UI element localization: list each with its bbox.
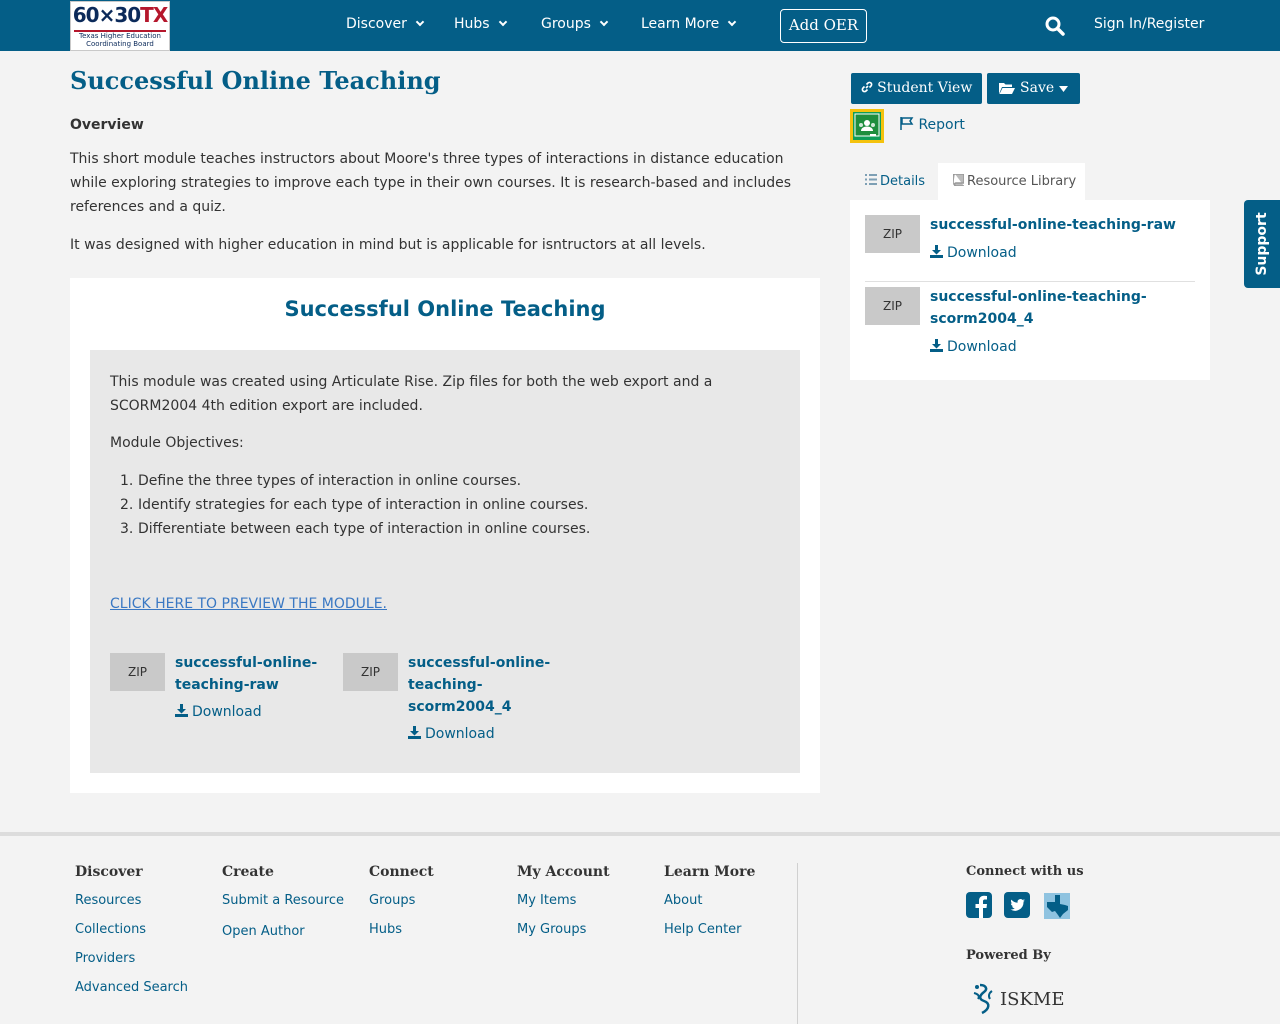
nav-hubs[interactable]: Hubs xyxy=(454,16,507,32)
iskme-mark-icon xyxy=(973,983,993,1015)
footer-link-resources[interactable]: Resources xyxy=(75,893,141,908)
module-intro: This module was created using Articulate… xyxy=(110,374,713,414)
flag-icon xyxy=(900,117,914,130)
resource-content-card: Successful Online Teaching This module w… xyxy=(70,278,820,793)
footer-link-collections[interactable]: Collections xyxy=(75,922,146,937)
download-button[interactable]: Download xyxy=(408,726,495,742)
footer-link-my-groups[interactable]: My Groups xyxy=(517,922,586,937)
texas-logo-icon[interactable] xyxy=(1043,892,1071,920)
twitter-icon[interactable] xyxy=(1004,892,1032,920)
objectives-label: Module Objectives: xyxy=(110,435,244,451)
library-file-link-raw[interactable]: successful-online-teaching-raw xyxy=(930,214,1176,236)
footer-link-hubs[interactable]: Hubs xyxy=(369,922,402,937)
support-tab[interactable]: Support xyxy=(1244,200,1280,288)
overview-heading: Overview xyxy=(70,117,144,133)
facebook-icon[interactable] xyxy=(966,892,994,920)
overview-paragraph: This short module teaches instructors ab… xyxy=(70,151,792,215)
file-link-raw[interactable]: successful-online-teaching-raw xyxy=(175,652,317,696)
chevron-down-icon xyxy=(415,17,425,27)
list-icon xyxy=(865,174,877,185)
iskme-logo[interactable]: ISKME xyxy=(970,981,1070,1017)
module-description-box: This module was created using Articulate… xyxy=(90,350,800,773)
footer-heading-learn-more: Learn More xyxy=(664,864,756,880)
iskme-wordmark: ISKME xyxy=(1000,989,1065,1010)
chevron-down-icon xyxy=(728,17,737,27)
footer-heading-discover: Discover xyxy=(75,864,143,880)
list-item: 3. Differentiate between each type of int… xyxy=(120,521,591,537)
zip-file-icon: ZIP xyxy=(343,653,398,691)
footer-link-advanced-search[interactable]: Advanced Search xyxy=(75,980,188,995)
save-dropdown-button[interactable]: Save xyxy=(987,73,1080,104)
footer-link-my-items[interactable]: My Items xyxy=(517,893,576,908)
footer-link-providers[interactable]: Providers xyxy=(75,951,135,966)
zip-file-icon: ZIP xyxy=(110,653,165,691)
zip-file-icon: ZIP xyxy=(865,287,920,325)
site-logo[interactable]: 60×30TX Texas Higher Education Coordinati… xyxy=(70,1,170,51)
zip-file-icon: ZIP xyxy=(865,215,920,253)
resource-library-panel: ZIP successful-online-teaching-raw Downl… xyxy=(850,200,1210,380)
download-icon xyxy=(408,726,421,739)
footer: Discover Resources Collections Providers… xyxy=(0,836,1280,1024)
footer-heading-create: Create xyxy=(222,864,274,880)
support-label: Support xyxy=(1254,212,1270,276)
card-title: Successful Online Teaching xyxy=(284,297,606,321)
footer-column-divider xyxy=(797,863,798,1024)
footer-link-open-author[interactable]: Open Author xyxy=(222,924,305,939)
top-navbar: 60×30TX Texas Higher Education Coordinati… xyxy=(0,0,1280,51)
caret-down-icon xyxy=(1059,86,1068,92)
download-button[interactable]: Download xyxy=(930,339,1017,355)
logo-subtitle: Texas Higher Education Coordinating Board xyxy=(79,32,161,48)
nav-learn-more[interactable]: Learn More xyxy=(641,16,737,32)
tab-resource-library[interactable]: Resource Library xyxy=(938,163,1085,200)
footer-link-submit-resource[interactable]: Submit a Resource xyxy=(222,893,344,908)
logo-text: 60×30TX xyxy=(72,3,168,27)
book-icon xyxy=(952,173,965,187)
chevron-down-icon xyxy=(599,17,609,27)
footer-link-groups[interactable]: Groups xyxy=(369,893,415,908)
divider xyxy=(865,281,1195,282)
student-view-button[interactable]: Student View xyxy=(851,73,982,104)
page-title: Successful Online Teaching xyxy=(70,66,441,95)
file-link-scorm[interactable]: successful-online-teaching-scorm2004_4 xyxy=(408,652,550,718)
folder-open-icon xyxy=(999,83,1015,94)
download-icon xyxy=(175,704,188,717)
google-classroom-icon[interactable] xyxy=(850,109,884,143)
add-oer-button[interactable]: Add OER xyxy=(780,9,867,43)
download-icon xyxy=(930,339,943,352)
chevron-down-icon xyxy=(498,17,507,27)
tab-details[interactable]: Details xyxy=(850,163,938,200)
footer-link-about[interactable]: About xyxy=(664,893,702,908)
search-icon[interactable] xyxy=(1045,16,1065,36)
footer-heading-connect: Connect xyxy=(369,864,434,880)
powered-by-heading: Powered By xyxy=(966,948,1051,963)
download-button[interactable]: Download xyxy=(930,245,1017,261)
sign-in-link[interactable]: Sign In/Register xyxy=(1094,16,1204,32)
list-item: 1. Define the three types of interaction … xyxy=(120,473,522,489)
download-icon xyxy=(930,245,943,258)
footer-heading-my-account: My Account xyxy=(517,864,610,880)
nav-groups[interactable]: Groups xyxy=(541,16,609,32)
report-link[interactable]: Report xyxy=(900,117,965,133)
link-icon xyxy=(861,81,873,93)
download-button[interactable]: Download xyxy=(175,704,262,720)
overview-note: It was designed with higher education in… xyxy=(70,237,706,253)
library-file-link-scorm[interactable]: successful-online-teaching-scorm2004_4 xyxy=(930,286,1147,330)
preview-module-link[interactable]: CLICK HERE TO PREVIEW THE MODULE. xyxy=(110,596,387,612)
footer-link-help-center[interactable]: Help Center xyxy=(664,922,742,937)
objectives-list: 1. Define the three types of interaction … xyxy=(120,469,590,541)
list-item: 2. Identify strategies for each type of i… xyxy=(120,497,589,513)
connect-with-us-heading: Connect with us xyxy=(966,864,1084,879)
nav-discover[interactable]: Discover xyxy=(346,16,425,32)
